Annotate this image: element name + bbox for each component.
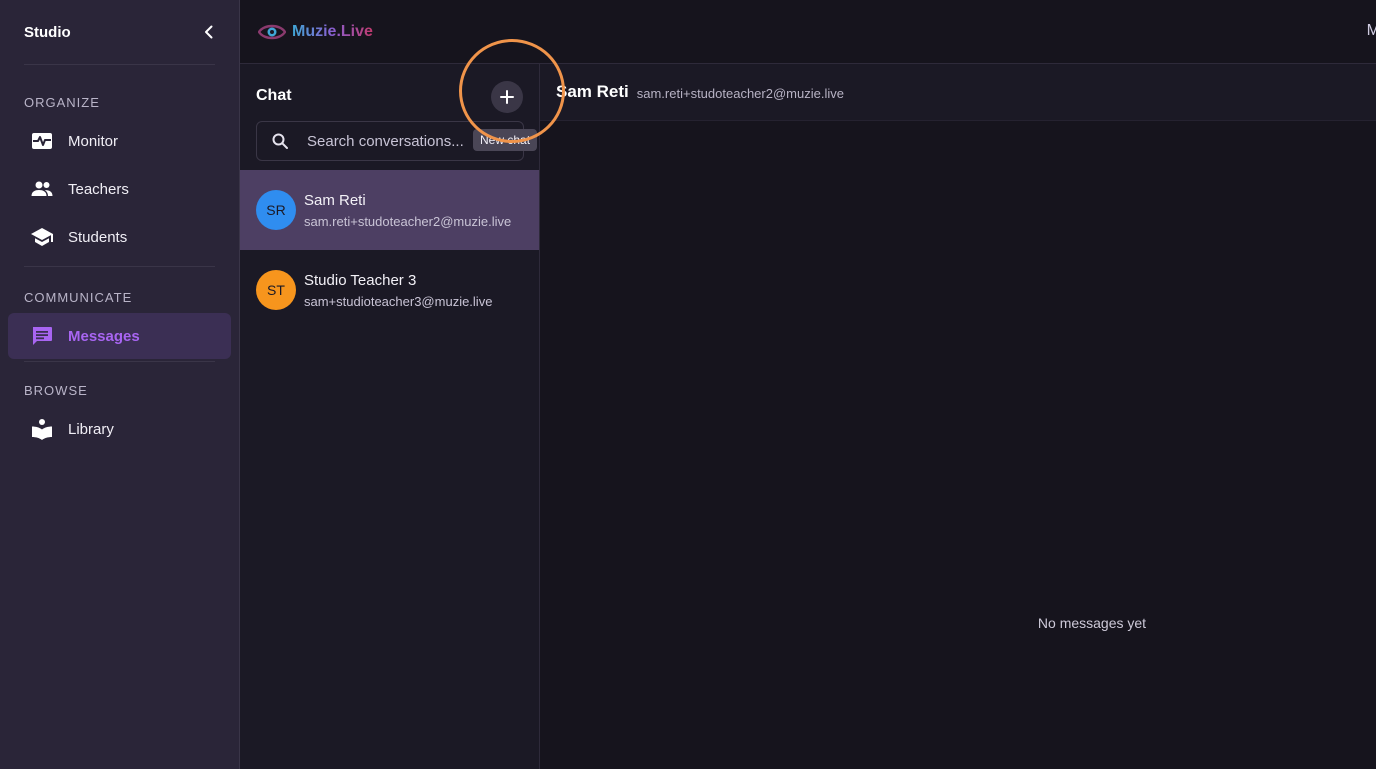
sidebar-item-label: Library (68, 420, 114, 438)
conversation-pane: Sam Reti sam.reti+studoteacher2@muzie.li… (540, 64, 1376, 769)
plus-icon (500, 90, 514, 104)
reader-icon (30, 417, 54, 441)
chat-list-panel: Chat New chat SR Sam Reti sam.reti+studo… (240, 64, 540, 769)
conversation-header-name: Sam Reti (556, 82, 629, 101)
conversation-name: Sam Reti (304, 191, 366, 209)
conversation-email: sam+studioteacher3@muzie.live (304, 293, 493, 309)
sidebar-item-label: Messages (68, 327, 140, 345)
search-icon (272, 133, 288, 149)
sidebar-title: Studio (24, 23, 71, 41)
avatar: SR (256, 190, 296, 230)
monitor-heart-icon (30, 129, 54, 153)
section-label-communicate: COMMUNICATE (24, 290, 133, 305)
sidebar-item-students[interactable]: Students (8, 214, 231, 260)
empty-state-text: No messages yet (1037, 615, 1147, 631)
conversation-text: Sam Reti sam.reti+studoteacher2@muzie.li… (304, 192, 519, 229)
conversation-item-studio-teacher-3[interactable]: ST Studio Teacher 3 sam+studioteacher3@m… (240, 250, 539, 330)
conversation-item-sam-reti[interactable]: SR Sam Reti sam.reti+studoteacher2@muzie… (240, 170, 539, 250)
avatar: ST (256, 270, 296, 310)
eye-logo-icon (258, 24, 286, 39)
graduation-cap-icon (30, 225, 54, 249)
conversation-name: Studio Teacher 3 (304, 271, 417, 289)
new-chat-tooltip: New chat (473, 129, 538, 151)
sidebar-item-label: Students (68, 228, 128, 246)
people-icon (30, 177, 54, 201)
sidebar-item-library[interactable]: Library (8, 406, 231, 452)
conversation-header: Sam Reti sam.reti+studoteacher2@muzie.li… (540, 64, 1376, 121)
collapse-sidebar-button[interactable] (197, 20, 221, 44)
sidebar-item-label: Teachers (68, 180, 129, 198)
top-bar: Muzie.Live M (240, 0, 1376, 64)
sidebar-item-messages[interactable]: Messages (8, 313, 231, 359)
sidebar-item-label: Monitor (68, 132, 119, 150)
conversation-email: sam.reti+studoteacher2@muzie.live (304, 213, 512, 229)
sidebar-item-monitor[interactable]: Monitor (8, 118, 231, 164)
sidebar-header: Studio (0, 0, 239, 64)
new-chat-button[interactable] (491, 81, 523, 113)
section-label-organize: ORGANIZE (24, 95, 100, 110)
sidebar-item-teachers[interactable]: Teachers (8, 166, 231, 212)
conversation-text: Studio Teacher 3 sam+studioteacher3@muzi… (304, 272, 519, 309)
sidebar: Studio ORGANIZE Monitor Teachers Student… (0, 0, 240, 769)
section-label-browse: BROWSE (24, 383, 88, 398)
user-menu-trigger[interactable]: M (1367, 22, 1376, 40)
brand-name: Muzie.Live (292, 22, 373, 40)
message-icon (30, 324, 54, 348)
conversation-header-email: sam.reti+studoteacher2@muzie.live (636, 85, 844, 101)
brand-logo[interactable]: Muzie.Live (258, 23, 373, 41)
chat-title: Chat (256, 87, 292, 104)
chevron-left-icon (205, 25, 213, 39)
